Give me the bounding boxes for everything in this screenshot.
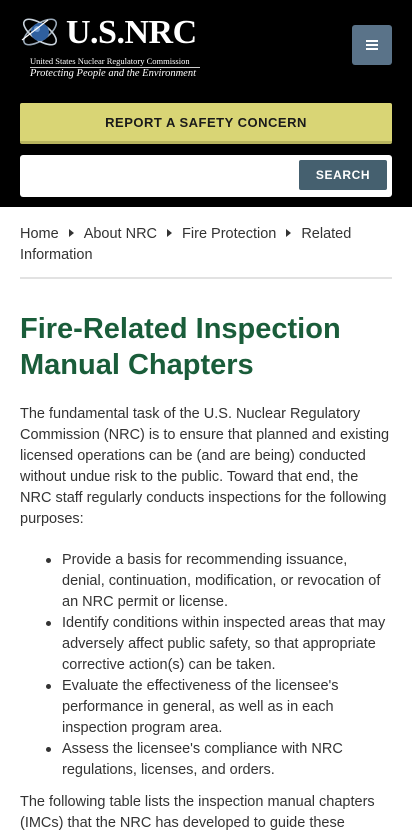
- menu-button[interactable]: [352, 25, 392, 65]
- logo-tagline: Protecting People and the Environment: [30, 68, 197, 79]
- logo-subtitle: United States Nuclear Regulatory Commiss…: [30, 56, 190, 66]
- report-safety-concern-button[interactable]: REPORT A SAFETY CONCERN: [20, 103, 392, 144]
- caret-right-icon: [68, 229, 74, 237]
- breadcrumb: Home About NRC Fire Protection Related Info…: [20, 224, 392, 266]
- caret-right-icon: [167, 229, 173, 237]
- list-item: Provide a basis for recommending issuanc…: [46, 550, 394, 613]
- hamburger-icon: [366, 40, 378, 50]
- atom-emblem-icon: [21, 18, 58, 46]
- purpose-list: Provide a basis for recommending issuanc…: [46, 550, 394, 781]
- breadcrumb-fire-protection[interactable]: Fire Protection: [182, 226, 276, 242]
- caret-right-icon: [286, 229, 292, 237]
- site-header: U.S.NRC United States Nuclear Regulatory…: [0, 0, 412, 207]
- list-item: Evaluate the effectiveness of the licens…: [46, 676, 394, 739]
- search-bar: SEARCH: [20, 155, 392, 197]
- search-button[interactable]: SEARCH: [299, 160, 387, 190]
- breadcrumb-home[interactable]: Home: [20, 226, 59, 242]
- page-title: Fire-Related Inspection Manual Chapters: [20, 313, 341, 381]
- search-input[interactable]: [26, 161, 296, 191]
- intro-paragraph: The fundamental task of the U.S. Nuclear…: [20, 406, 390, 527]
- logo-title: U.S.NRC: [66, 14, 197, 51]
- nrc-logo[interactable]: U.S.NRC United States Nuclear Regulatory…: [18, 10, 208, 82]
- table-intro-paragraph: The following table lists the inspection…: [20, 794, 375, 831]
- list-item: Identify conditions within inspected are…: [46, 613, 394, 676]
- breadcrumb-divider: [20, 277, 392, 279]
- list-item: Assess the licensee's compliance with NR…: [46, 739, 394, 781]
- breadcrumb-about-nrc[interactable]: About NRC: [84, 226, 157, 242]
